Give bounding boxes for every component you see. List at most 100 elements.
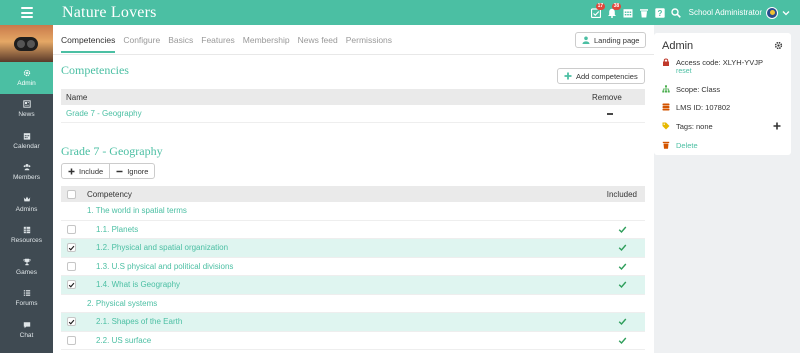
sidebar-item-calendar[interactable]: Calendar	[0, 125, 53, 157]
scope-text: Scope: Class	[676, 85, 721, 94]
help-icon[interactable]: ?	[654, 7, 665, 18]
sidebar: Admin News Calendar Members Admins Resou…	[0, 25, 53, 353]
hierarchy-icon	[662, 85, 670, 93]
chevron-down-icon[interactable]	[782, 9, 790, 17]
included-check-icon	[618, 281, 627, 289]
include-label: Include	[79, 166, 104, 176]
table-row[interactable]: 1. The world in spatial terms	[61, 202, 645, 221]
checkmark-icon	[68, 245, 75, 251]
user-label[interactable]: School Administrator	[689, 8, 762, 17]
minus-icon	[116, 170, 123, 172]
calendar-icon	[23, 132, 30, 140]
calendar-grid-icon[interactable]	[623, 8, 633, 18]
tab-basics[interactable]: Basics	[168, 35, 193, 53]
sidebar-item-resources[interactable]: Resources	[0, 220, 53, 252]
sidebar-item-games[interactable]: Games	[0, 251, 53, 283]
row-checkbox[interactable]	[67, 335, 76, 345]
sidebar-item-label: Resources	[10, 237, 43, 245]
search-icon[interactable]	[670, 7, 681, 18]
list-icon	[23, 290, 30, 297]
competency-label[interactable]: 2. Physical systems	[87, 299, 157, 308]
competency-label[interactable]: 2.1. Shapes of the Earth	[96, 317, 182, 326]
gear-icon[interactable]	[774, 41, 783, 50]
add-competencies-button[interactable]: Add competencies	[557, 68, 645, 84]
notifications-badge: 38	[611, 2, 622, 10]
competency-label[interactable]: 1.3. U.S physical and political division…	[96, 262, 233, 271]
include-button[interactable]: Include	[62, 164, 109, 178]
trash-icon[interactable]	[639, 8, 649, 18]
table-row[interactable]: 2.2. US surface	[61, 332, 645, 350]
competency-label[interactable]: 1.1. Planets	[96, 225, 138, 234]
row-checkbox[interactable]	[67, 224, 76, 234]
checkbox-spacer	[67, 299, 76, 308]
top-icons: 17 38 ? School Administrator	[590, 0, 800, 25]
chat-icon	[23, 321, 30, 328]
table-row[interactable]: 1.3. U.S physical and political division…	[61, 258, 645, 276]
included-check-icon	[618, 263, 627, 270]
tab-competencies[interactable]: Competencies	[61, 35, 116, 53]
bell-icon[interactable]: 38	[607, 2, 622, 18]
competency-label[interactable]: 1.4. What is Geography	[96, 280, 180, 289]
sidebar-item-forums[interactable]: Forums	[0, 283, 53, 315]
tab-bar: Competencies Configure Basics Features M…	[61, 35, 400, 53]
access-code: Access code: XLYH-YVJP	[676, 58, 763, 67]
table-row[interactable]: 1.4. What is Geography	[61, 276, 645, 295]
panel-title: Admin	[662, 40, 694, 52]
ignore-button[interactable]: Ignore	[109, 164, 154, 178]
sidebar-item-admin[interactable]: Admin	[0, 62, 53, 94]
tasks-badge: 17	[595, 2, 606, 10]
top-bar: Nature Lovers 17 38 ? School Administrat…	[0, 0, 800, 25]
tab-news-feed[interactable]: News feed	[298, 35, 338, 53]
menu-icon[interactable]	[21, 7, 33, 18]
included-check-icon	[618, 226, 627, 233]
tasks-icon[interactable]: 17	[590, 2, 606, 18]
tab-membership[interactable]: Membership	[243, 35, 290, 53]
competency-label[interactable]: 1. The world in spatial terms	[87, 206, 187, 215]
tab-configure[interactable]: Configure	[123, 35, 160, 53]
competency-label[interactable]: 1.2. Physical and spatial organization	[96, 243, 228, 252]
tags-text: Tags: none	[676, 122, 713, 131]
sidebar-item-members[interactable]: Members	[0, 157, 53, 189]
tab-permissions[interactable]: Permissions	[346, 35, 392, 53]
sidebar-item-label: Members	[12, 174, 41, 182]
tab-features[interactable]: Features	[201, 35, 235, 53]
add-competencies-label: Add competencies	[576, 71, 638, 81]
competency-link[interactable]: Grade 7 - Geography	[66, 109, 142, 118]
group-photo	[0, 25, 53, 62]
included-check-icon	[618, 337, 627, 344]
table-header: Competency Included	[61, 186, 645, 202]
geography-title: Grade 7 - Geography	[61, 144, 163, 158]
sidebar-item-label: Forums	[15, 300, 38, 308]
sidebar-item-news[interactable]: News	[0, 94, 53, 126]
table-row[interactable]: 1.2. Physical and spatial organization	[61, 239, 645, 258]
table-row[interactable]: 1.1. Planets	[61, 221, 645, 239]
select-all-checkbox[interactable]	[67, 189, 76, 199]
row-checkbox[interactable]	[67, 317, 76, 327]
reset-link[interactable]: reset	[676, 68, 763, 75]
table-row[interactable]: 2. Physical systems	[61, 295, 645, 313]
delete-row: Delete	[662, 141, 698, 150]
main-content: Competencies Configure Basics Features M…	[53, 25, 654, 353]
avatar[interactable]	[766, 6, 778, 19]
landing-page-button[interactable]: Landing page	[575, 32, 647, 48]
lms-id: LMS ID: 107802	[676, 103, 731, 112]
lock-icon	[663, 58, 669, 66]
tag-icon	[662, 122, 670, 130]
sidebar-item-label: Admin	[17, 79, 36, 87]
delete-link[interactable]: Delete	[676, 141, 698, 150]
table-row[interactable]: 2.1. Shapes of the Earth	[61, 313, 645, 332]
row-checkbox[interactable]	[67, 280, 76, 290]
minus-icon[interactable]	[606, 110, 614, 118]
competency-label[interactable]: 2.2. US surface	[96, 336, 151, 345]
sidebar-item-chat[interactable]: Chat	[0, 314, 53, 346]
add-tag-icon[interactable]	[773, 122, 781, 130]
lms-row: LMS ID: 107802	[662, 103, 730, 112]
sidebar-item-admins[interactable]: Admins	[0, 188, 53, 220]
checkmark-icon	[68, 319, 75, 325]
ignore-label: Ignore	[127, 166, 149, 176]
plus-icon	[564, 72, 572, 80]
column-competency: Competency	[87, 189, 132, 199]
row-checkbox[interactable]	[67, 261, 76, 271]
row-checkbox[interactable]	[67, 243, 76, 253]
admin-panel: Admin Access code: XLYH-YVJP reset Scope…	[654, 33, 791, 155]
